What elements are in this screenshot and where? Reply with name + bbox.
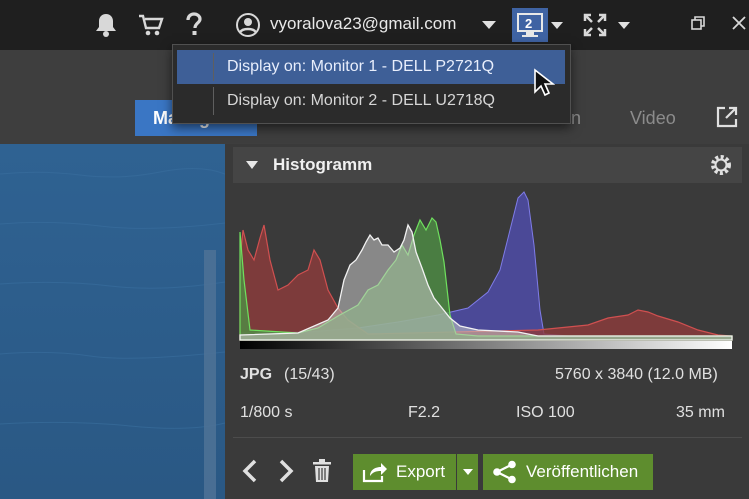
chevron-down-icon — [462, 469, 473, 475]
image-dimensions: 5760 x 3840 (12.0 MB) — [555, 366, 718, 383]
account-email[interactable]: vyoralova23@gmail.com — [270, 14, 456, 34]
monitor-badge: 2 — [525, 16, 533, 31]
menu-item-label: Display on: Monitor 2 - DELL U2718Q — [227, 92, 495, 109]
divider — [233, 437, 742, 438]
export-button[interactable]: Export — [353, 454, 456, 490]
account-icon[interactable] — [234, 12, 262, 38]
focal-length: 35 mm — [676, 404, 725, 421]
tab-video[interactable]: Video — [630, 100, 676, 136]
restore-window-icon[interactable] — [690, 10, 706, 36]
settings-gear-icon[interactable] — [708, 152, 734, 178]
histogram-chart — [239, 191, 733, 349]
next-icon[interactable] — [277, 458, 295, 484]
fullscreen-chevron-icon[interactable] — [616, 12, 632, 38]
menu-item-monitor-1[interactable]: Display on: Monitor 1 - DELL P2721Q — [177, 50, 565, 84]
menu-gutter — [213, 53, 214, 81]
chevron-down-icon[interactable] — [480, 12, 498, 38]
cart-icon[interactable] — [137, 12, 165, 38]
share-button[interactable]: Veröffentlichen — [483, 454, 653, 490]
bell-icon[interactable] — [93, 12, 119, 38]
histogram-title: Histogramm — [273, 155, 373, 174]
previous-icon[interactable] — [241, 458, 259, 484]
iso: ISO 100 — [516, 404, 575, 421]
display-menu: Display on: Monitor 1 - DELL P2721Q Disp… — [172, 44, 571, 124]
preview-scrollbar[interactable] — [204, 250, 216, 499]
menu-item-label: Display on: Monitor 1 - DELL P2721Q — [227, 58, 495, 75]
help-icon[interactable] — [182, 12, 206, 38]
external-link-icon[interactable] — [714, 104, 740, 130]
monitor-button[interactable]: 2 — [512, 8, 548, 42]
share-label: Veröffentlichen — [526, 462, 639, 481]
monitor-chevron-icon[interactable] — [549, 12, 565, 38]
export-options-button[interactable] — [457, 454, 478, 490]
menu-gutter — [213, 87, 214, 115]
collapse-triangle-icon[interactable] — [244, 152, 260, 178]
share-icon — [493, 460, 516, 484]
file-format: JPG — [240, 366, 273, 383]
fullscreen-icon[interactable] — [582, 12, 608, 38]
trash-icon[interactable] — [311, 458, 333, 484]
aperture: F2.2 — [408, 404, 441, 421]
histogram-gradient-bar — [240, 341, 732, 349]
menu-item-monitor-2[interactable]: Display on: Monitor 2 - DELL U2718Q — [177, 84, 565, 118]
export-label: Export — [396, 462, 446, 481]
top-bar: vyoralova23@gmail.com 2 — [0, 0, 749, 50]
close-window-icon[interactable] — [731, 10, 747, 36]
mouse-cursor-icon — [534, 68, 555, 97]
shutter-speed: 1/800 s — [240, 404, 293, 421]
file-index: (15/43) — [284, 366, 335, 383]
export-icon — [362, 463, 387, 483]
photo-preview[interactable] — [0, 144, 225, 499]
